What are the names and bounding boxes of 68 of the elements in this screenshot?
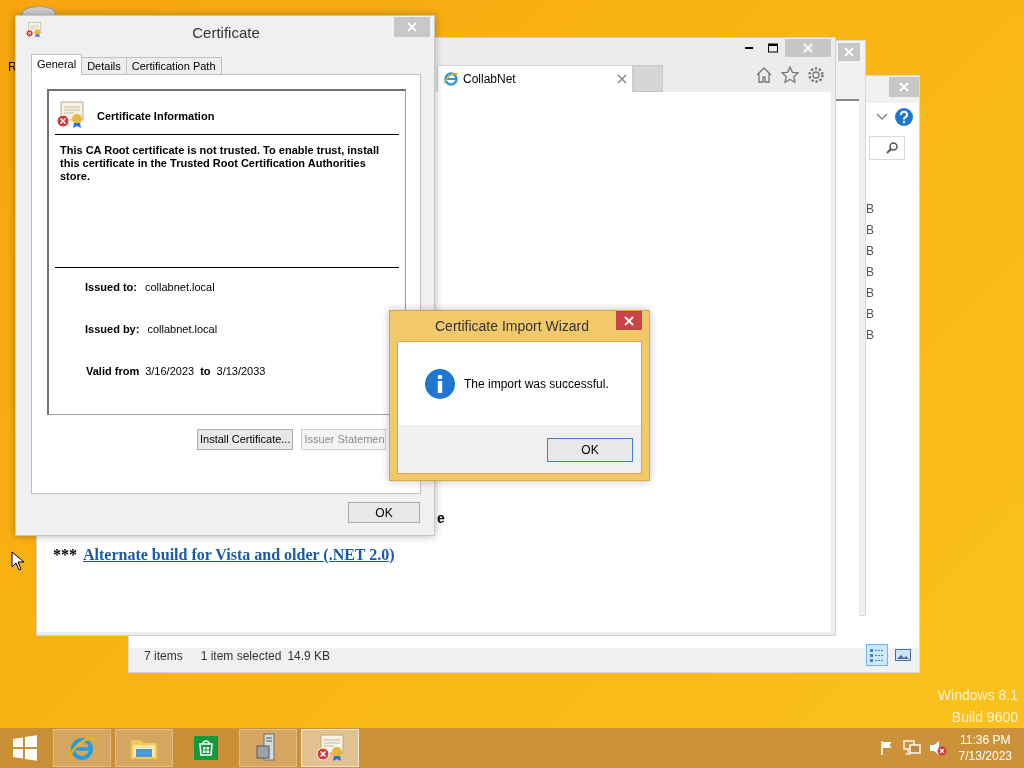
section-heading: Certificate Information — [97, 108, 215, 124]
file-size-cell-text: B — [866, 243, 874, 260]
clock-time: 11:36 PM — [960, 732, 1011, 748]
field-value: collabnet.local — [144, 280, 215, 295]
mouse-pointer-icon — [11, 551, 25, 571]
file-size-cell-text: B — [866, 264, 874, 281]
network-icon[interactable] — [902, 740, 921, 756]
field-value: 3/16/2023 — [145, 364, 195, 379]
dialog-title: Certificate — [191, 23, 261, 43]
windows-logo-icon — [12, 735, 38, 761]
help-icon[interactable] — [895, 108, 913, 126]
os-version-text: Windows 8.1 — [937, 686, 1018, 705]
file-size-cell-text: B — [866, 222, 874, 239]
certificate-icon — [25, 22, 42, 39]
close-icon[interactable] — [617, 74, 627, 84]
field-value: collabnet.local — [147, 322, 218, 337]
close-icon — [899, 82, 909, 92]
settings-icon[interactable] — [807, 66, 825, 84]
close-button[interactable] — [616, 311, 642, 330]
ok-button[interactable]: OK — [547, 438, 633, 462]
close-icon — [624, 315, 634, 326]
info-icon — [424, 367, 456, 400]
status-text: 7 items — [144, 648, 183, 665]
chevron-down-icon[interactable] — [876, 113, 888, 121]
taskbar-app-button[interactable] — [239, 729, 297, 767]
field-label: to — [200, 364, 211, 379]
taskbar-app-button[interactable] — [115, 729, 173, 767]
dialog-tab[interactable]: General — [31, 54, 83, 75]
ie-logo-icon — [443, 71, 459, 87]
clock-date: 7/13/2023 — [958, 748, 1012, 764]
taskbar-app-button[interactable] — [301, 729, 359, 767]
tab-title: CollabNet — [463, 71, 517, 88]
search-field[interactable] — [869, 136, 905, 160]
picture-view-icon — [895, 649, 911, 661]
file-size-cell-text: B — [866, 285, 874, 302]
dialog-button[interactable]: Install Certificate... — [197, 429, 294, 450]
details-view-icon — [869, 648, 885, 662]
status-text: 14.9 KB — [287, 648, 331, 665]
field-label: Issued to: — [85, 280, 137, 295]
file-size-cell-text: B — [866, 327, 874, 344]
trust-warning-text: This CA Root certificate is not trusted. To enable trust, install this certificate in the Trusted Root Certification Authorities store. — [60, 144, 381, 183]
status-text: 1 item selected — [200, 648, 282, 665]
field-label: Valid from — [86, 364, 140, 379]
close-icon — [407, 22, 417, 32]
ok-button[interactable]: OK — [348, 502, 420, 523]
home-icon[interactable] — [755, 66, 773, 84]
file-size-cell-text: B — [866, 306, 874, 323]
minimize-icon — [744, 47, 754, 49]
field-value: 3/13/2033 — [216, 364, 266, 379]
speaker-muted-icon[interactable] — [928, 740, 947, 756]
dialog-title: Certificate Import Wizard — [435, 317, 590, 336]
maximize-icon — [768, 43, 778, 53]
file-size-cell-text: B — [866, 201, 874, 218]
certificate-icon — [314, 732, 346, 764]
certificate-icon — [55, 101, 87, 131]
close-icon — [803, 43, 813, 53]
search-icon — [886, 142, 898, 154]
browser-tab[interactable]: CollabNet — [437, 65, 633, 92]
star-icon[interactable] — [781, 66, 799, 84]
close-icon — [844, 47, 854, 57]
dialog-tab[interactable]: Certification Path — [125, 57, 222, 75]
page-text: e — [437, 509, 445, 528]
message-text: The import was successful. — [464, 375, 609, 393]
details-view-button[interactable] — [866, 644, 888, 666]
field-label: Issued by: — [85, 322, 140, 337]
os-version-text: Build 9600 — [951, 708, 1018, 727]
download-link[interactable]: Alternate build for Vista and older (.NET 2.0) — [83, 543, 395, 567]
bullet-text: *** — [53, 545, 77, 565]
